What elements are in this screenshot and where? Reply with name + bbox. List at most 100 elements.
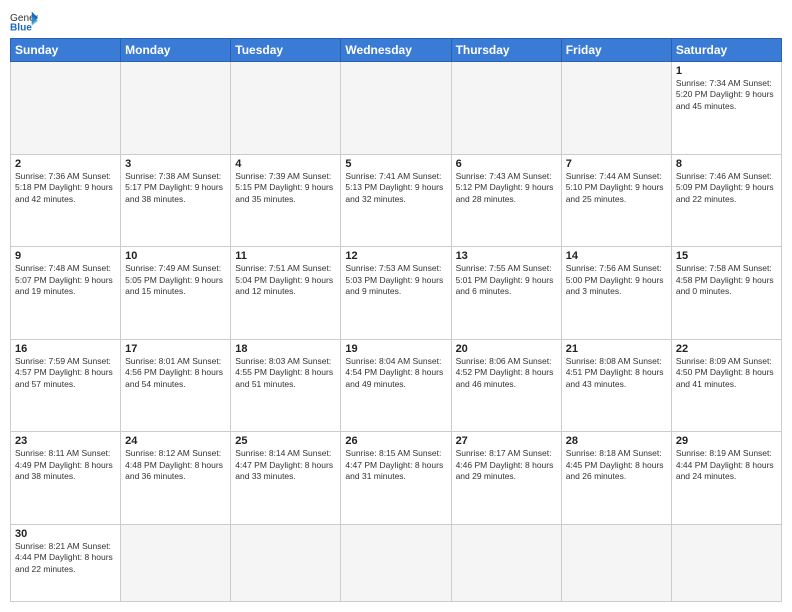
calendar-cell bbox=[231, 524, 341, 601]
day-info: Sunrise: 8:12 AM Sunset: 4:48 PM Dayligh… bbox=[125, 448, 226, 482]
calendar-cell: 4Sunrise: 7:39 AM Sunset: 5:15 PM Daylig… bbox=[231, 154, 341, 247]
day-info: Sunrise: 8:18 AM Sunset: 4:45 PM Dayligh… bbox=[566, 448, 667, 482]
day-info: Sunrise: 8:15 AM Sunset: 4:47 PM Dayligh… bbox=[345, 448, 446, 482]
svg-text:Blue: Blue bbox=[10, 22, 32, 32]
calendar-cell bbox=[451, 524, 561, 601]
day-number: 19 bbox=[345, 343, 446, 355]
day-number: 1 bbox=[676, 65, 777, 77]
calendar-cell: 29Sunrise: 8:19 AM Sunset: 4:44 PM Dayli… bbox=[671, 432, 781, 525]
calendar-cell: 28Sunrise: 8:18 AM Sunset: 4:45 PM Dayli… bbox=[561, 432, 671, 525]
calendar-cell: 3Sunrise: 7:38 AM Sunset: 5:17 PM Daylig… bbox=[121, 154, 231, 247]
day-info: Sunrise: 7:58 AM Sunset: 4:58 PM Dayligh… bbox=[676, 263, 777, 297]
weekday-header-friday: Friday bbox=[561, 39, 671, 62]
calendar-cell: 1Sunrise: 7:34 AM Sunset: 5:20 PM Daylig… bbox=[671, 62, 781, 155]
calendar-cell: 8Sunrise: 7:46 AM Sunset: 5:09 PM Daylig… bbox=[671, 154, 781, 247]
calendar-cell bbox=[671, 524, 781, 601]
weekday-header-row: SundayMondayTuesdayWednesdayThursdayFrid… bbox=[11, 39, 782, 62]
weekday-header-tuesday: Tuesday bbox=[231, 39, 341, 62]
day-info: Sunrise: 8:19 AM Sunset: 4:44 PM Dayligh… bbox=[676, 448, 777, 482]
calendar-cell bbox=[561, 62, 671, 155]
calendar-cell: 12Sunrise: 7:53 AM Sunset: 5:03 PM Dayli… bbox=[341, 247, 451, 340]
weekday-header-sunday: Sunday bbox=[11, 39, 121, 62]
day-number: 20 bbox=[456, 343, 557, 355]
calendar-cell bbox=[451, 62, 561, 155]
day-info: Sunrise: 8:21 AM Sunset: 4:44 PM Dayligh… bbox=[15, 541, 116, 575]
day-number: 27 bbox=[456, 435, 557, 447]
day-number: 9 bbox=[15, 250, 116, 262]
day-number: 17 bbox=[125, 343, 226, 355]
calendar-cell: 24Sunrise: 8:12 AM Sunset: 4:48 PM Dayli… bbox=[121, 432, 231, 525]
day-number: 14 bbox=[566, 250, 667, 262]
calendar-cell: 9Sunrise: 7:48 AM Sunset: 5:07 PM Daylig… bbox=[11, 247, 121, 340]
weekday-header-thursday: Thursday bbox=[451, 39, 561, 62]
calendar-cell: 2Sunrise: 7:36 AM Sunset: 5:18 PM Daylig… bbox=[11, 154, 121, 247]
calendar-cell: 30Sunrise: 8:21 AM Sunset: 4:44 PM Dayli… bbox=[11, 524, 121, 601]
day-info: Sunrise: 7:51 AM Sunset: 5:04 PM Dayligh… bbox=[235, 263, 336, 297]
page: General Blue SundayMondayTuesdayWednesda… bbox=[0, 0, 792, 612]
day-number: 22 bbox=[676, 343, 777, 355]
day-number: 29 bbox=[676, 435, 777, 447]
generalblue-logo-icon: General Blue bbox=[10, 10, 38, 32]
day-number: 4 bbox=[235, 158, 336, 170]
day-number: 25 bbox=[235, 435, 336, 447]
calendar-cell: 20Sunrise: 8:06 AM Sunset: 4:52 PM Dayli… bbox=[451, 339, 561, 432]
calendar-cell: 14Sunrise: 7:56 AM Sunset: 5:00 PM Dayli… bbox=[561, 247, 671, 340]
calendar-cell: 25Sunrise: 8:14 AM Sunset: 4:47 PM Dayli… bbox=[231, 432, 341, 525]
calendar-cell: 5Sunrise: 7:41 AM Sunset: 5:13 PM Daylig… bbox=[341, 154, 451, 247]
calendar-cell bbox=[121, 62, 231, 155]
day-info: Sunrise: 7:53 AM Sunset: 5:03 PM Dayligh… bbox=[345, 263, 446, 297]
calendar-cell bbox=[341, 524, 451, 601]
day-number: 18 bbox=[235, 343, 336, 355]
calendar-cell: 17Sunrise: 8:01 AM Sunset: 4:56 PM Dayli… bbox=[121, 339, 231, 432]
calendar-cell: 16Sunrise: 7:59 AM Sunset: 4:57 PM Dayli… bbox=[11, 339, 121, 432]
day-info: Sunrise: 7:43 AM Sunset: 5:12 PM Dayligh… bbox=[456, 171, 557, 205]
day-info: Sunrise: 8:01 AM Sunset: 4:56 PM Dayligh… bbox=[125, 356, 226, 390]
day-number: 30 bbox=[15, 528, 116, 540]
week-row-1: 2Sunrise: 7:36 AM Sunset: 5:18 PM Daylig… bbox=[11, 154, 782, 247]
day-info: Sunrise: 8:14 AM Sunset: 4:47 PM Dayligh… bbox=[235, 448, 336, 482]
weekday-header-wednesday: Wednesday bbox=[341, 39, 451, 62]
calendar-cell bbox=[561, 524, 671, 601]
day-number: 6 bbox=[456, 158, 557, 170]
day-info: Sunrise: 7:36 AM Sunset: 5:18 PM Dayligh… bbox=[15, 171, 116, 205]
day-number: 5 bbox=[345, 158, 446, 170]
day-info: Sunrise: 8:04 AM Sunset: 4:54 PM Dayligh… bbox=[345, 356, 446, 390]
day-info: Sunrise: 8:08 AM Sunset: 4:51 PM Dayligh… bbox=[566, 356, 667, 390]
day-number: 2 bbox=[15, 158, 116, 170]
day-number: 26 bbox=[345, 435, 446, 447]
day-info: Sunrise: 7:56 AM Sunset: 5:00 PM Dayligh… bbox=[566, 263, 667, 297]
day-info: Sunrise: 7:38 AM Sunset: 5:17 PM Dayligh… bbox=[125, 171, 226, 205]
calendar-cell: 11Sunrise: 7:51 AM Sunset: 5:04 PM Dayli… bbox=[231, 247, 341, 340]
calendar-table: SundayMondayTuesdayWednesdayThursdayFrid… bbox=[10, 38, 782, 602]
day-number: 15 bbox=[676, 250, 777, 262]
header: General Blue bbox=[10, 10, 782, 32]
day-number: 23 bbox=[15, 435, 116, 447]
day-info: Sunrise: 7:48 AM Sunset: 5:07 PM Dayligh… bbox=[15, 263, 116, 297]
calendar-cell: 21Sunrise: 8:08 AM Sunset: 4:51 PM Dayli… bbox=[561, 339, 671, 432]
day-info: Sunrise: 8:17 AM Sunset: 4:46 PM Dayligh… bbox=[456, 448, 557, 482]
day-number: 28 bbox=[566, 435, 667, 447]
calendar-cell bbox=[11, 62, 121, 155]
calendar-cell: 19Sunrise: 8:04 AM Sunset: 4:54 PM Dayli… bbox=[341, 339, 451, 432]
day-number: 11 bbox=[235, 250, 336, 262]
week-row-5: 30Sunrise: 8:21 AM Sunset: 4:44 PM Dayli… bbox=[11, 524, 782, 601]
weekday-header-monday: Monday bbox=[121, 39, 231, 62]
day-info: Sunrise: 7:39 AM Sunset: 5:15 PM Dayligh… bbox=[235, 171, 336, 205]
calendar-cell: 23Sunrise: 8:11 AM Sunset: 4:49 PM Dayli… bbox=[11, 432, 121, 525]
calendar-cell bbox=[341, 62, 451, 155]
day-info: Sunrise: 7:41 AM Sunset: 5:13 PM Dayligh… bbox=[345, 171, 446, 205]
week-row-4: 23Sunrise: 8:11 AM Sunset: 4:49 PM Dayli… bbox=[11, 432, 782, 525]
day-info: Sunrise: 7:59 AM Sunset: 4:57 PM Dayligh… bbox=[15, 356, 116, 390]
day-number: 10 bbox=[125, 250, 226, 262]
day-info: Sunrise: 7:55 AM Sunset: 5:01 PM Dayligh… bbox=[456, 263, 557, 297]
day-number: 3 bbox=[125, 158, 226, 170]
week-row-3: 16Sunrise: 7:59 AM Sunset: 4:57 PM Dayli… bbox=[11, 339, 782, 432]
day-number: 21 bbox=[566, 343, 667, 355]
day-info: Sunrise: 7:46 AM Sunset: 5:09 PM Dayligh… bbox=[676, 171, 777, 205]
week-row-2: 9Sunrise: 7:48 AM Sunset: 5:07 PM Daylig… bbox=[11, 247, 782, 340]
day-info: Sunrise: 7:49 AM Sunset: 5:05 PM Dayligh… bbox=[125, 263, 226, 297]
day-number: 12 bbox=[345, 250, 446, 262]
calendar-cell: 6Sunrise: 7:43 AM Sunset: 5:12 PM Daylig… bbox=[451, 154, 561, 247]
calendar-cell: 15Sunrise: 7:58 AM Sunset: 4:58 PM Dayli… bbox=[671, 247, 781, 340]
day-info: Sunrise: 7:44 AM Sunset: 5:10 PM Dayligh… bbox=[566, 171, 667, 205]
